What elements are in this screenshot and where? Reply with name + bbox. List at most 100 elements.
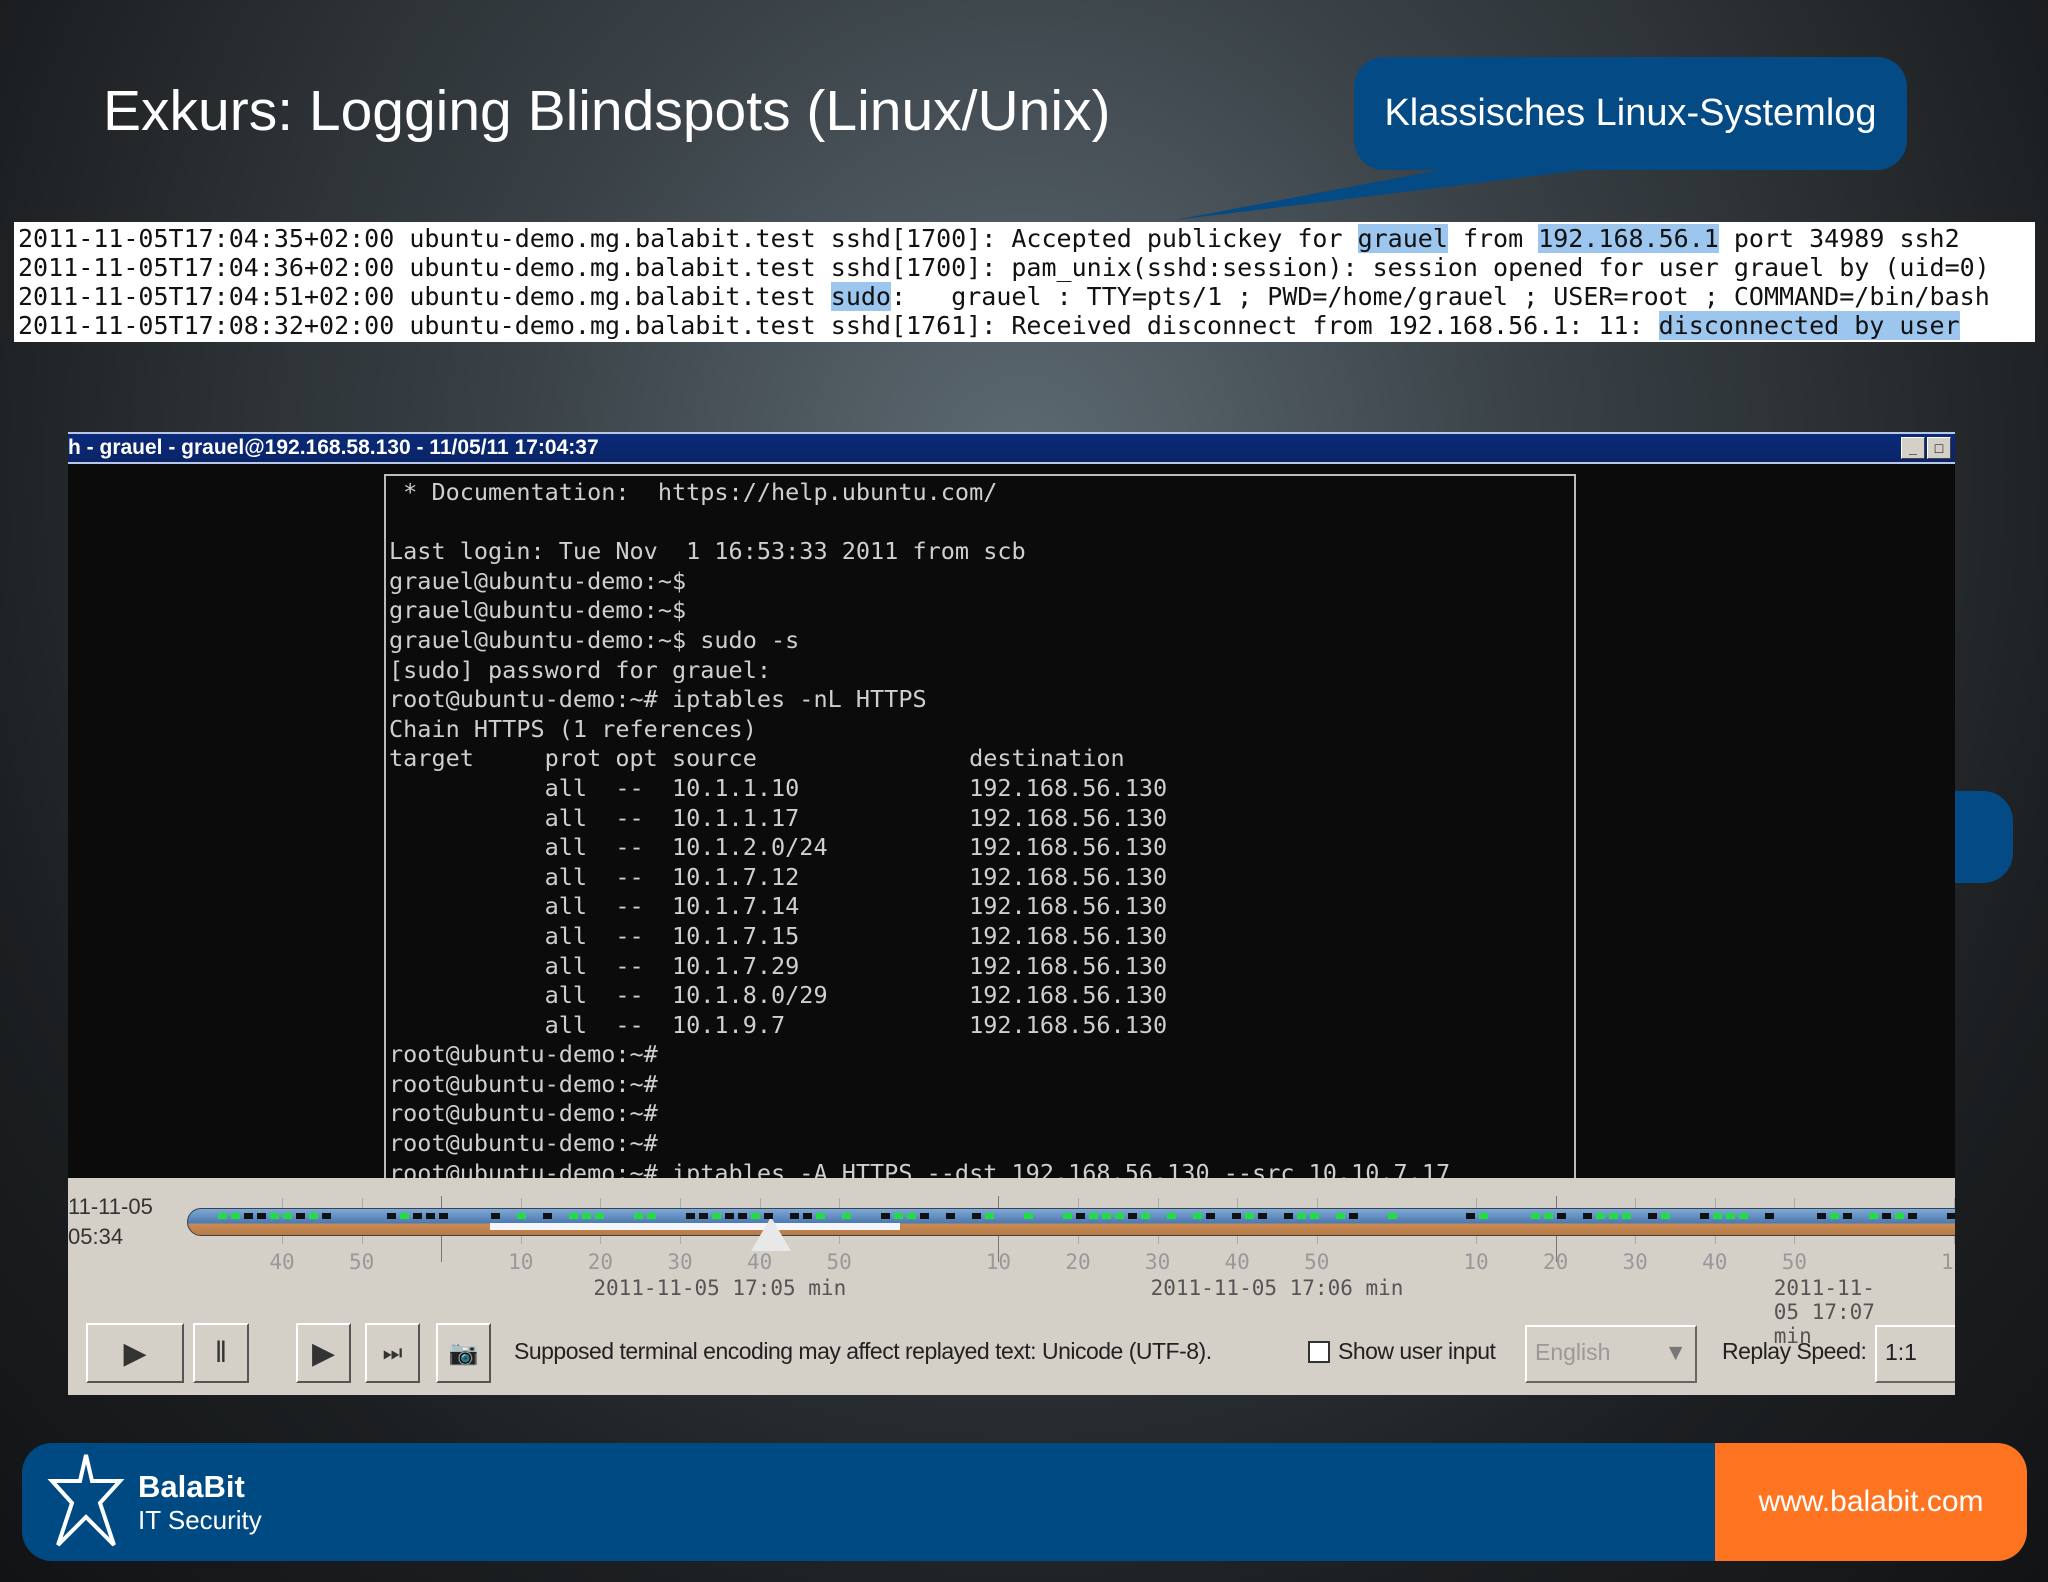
- activity-marker: [543, 1213, 552, 1219]
- activity-marker: [1908, 1213, 1917, 1219]
- activity-marker: [972, 1213, 981, 1219]
- terminal-line: root@ubuntu-demo:~# iptables -nL HTTPS: [389, 685, 927, 714]
- activity-marker: [1388, 1213, 1397, 1219]
- activity-marker: [1232, 1213, 1241, 1219]
- language-value: English: [1535, 1339, 1611, 1365]
- activity-marker: [1167, 1213, 1176, 1219]
- window-title: h - grauel - grauel@192.168.58.130 - 11/…: [68, 436, 599, 459]
- balabit-logo-icon: [47, 1454, 125, 1547]
- timeline-selection: [490, 1223, 900, 1230]
- terminal-line: root@ubuntu-demo:~#: [389, 1069, 658, 1098]
- activity-marker: [439, 1213, 448, 1219]
- tick-label: 10: [1463, 1250, 1489, 1274]
- activity-marker: [946, 1213, 955, 1219]
- activity-marker: [816, 1213, 825, 1219]
- activity-marker: [1726, 1213, 1735, 1219]
- timeline-scrollbar[interactable]: [187, 1208, 1955, 1251]
- terminal-line: target prot opt source destination: [389, 744, 1125, 773]
- minute-label: 2011-11-05 17:05 min: [593, 1276, 847, 1300]
- activity-marker: [1128, 1213, 1137, 1219]
- activity-marker: [582, 1213, 591, 1219]
- activity-marker: [1258, 1213, 1267, 1219]
- window-titlebar[interactable]: h - grauel - grauel@192.168.58.130 - 11/…: [68, 432, 1955, 464]
- terminal-line: all -- 10.1.1.10 192.168.56.130: [389, 773, 1168, 802]
- pause-icon: ‖: [214, 1336, 228, 1369]
- activity-marker: [426, 1213, 435, 1219]
- activity-marker: [712, 1213, 721, 1219]
- activity-marker: [764, 1213, 773, 1219]
- terminal-line: all -- 10.1.1.17 192.168.56.130: [389, 803, 1168, 832]
- activity-marker: [1336, 1213, 1345, 1219]
- activity-marker: [803, 1213, 812, 1219]
- activity-marker: [296, 1213, 305, 1219]
- activity-marker: [218, 1213, 227, 1219]
- activity-marker: [1349, 1213, 1358, 1219]
- tick-label: 50: [1304, 1250, 1330, 1274]
- activity-marker: [751, 1213, 760, 1219]
- log-line: 2011-11-05T17:04:51+02:00 ubuntu-demo.mg…: [18, 282, 1990, 311]
- replay-speed-value: 1:1: [1885, 1339, 1917, 1365]
- activity-marker: [1817, 1213, 1826, 1219]
- log-line: 2011-11-05T17:04:36+02:00 ubuntu-demo.mg…: [18, 253, 1990, 282]
- language-select[interactable]: English ▼: [1525, 1325, 1697, 1383]
- syslog-excerpt: 2011-11-05T17:04:35+02:00 ubuntu-demo.mg…: [14, 222, 2035, 342]
- tick-label: 30: [1622, 1250, 1648, 1274]
- tick-label: 50: [1781, 1250, 1808, 1274]
- activity-marker: [1700, 1213, 1709, 1219]
- terminal-line: all -- 10.1.9.7 192.168.56.130: [389, 1010, 1168, 1039]
- footer-bar: BalaBit IT Security www.balabit.com: [22, 1443, 2027, 1561]
- activity-marker: [244, 1213, 253, 1219]
- activity-marker: [1648, 1213, 1657, 1219]
- log-line: 2011-11-05T17:04:35+02:00 ubuntu-demo.mg…: [18, 224, 1960, 253]
- activity-marker: [1284, 1213, 1293, 1219]
- pause-button[interactable]: ‖: [193, 1323, 249, 1383]
- activity-marker: [309, 1213, 318, 1219]
- activity-marker: [1583, 1213, 1592, 1219]
- tick-label: 40: [269, 1250, 295, 1274]
- minimize-button[interactable]: _: [1901, 437, 1925, 459]
- replay-speed-select[interactable]: 1:1: [1875, 1325, 1955, 1383]
- activity-marker: [920, 1213, 929, 1219]
- activity-marker: [1193, 1213, 1202, 1219]
- timeline-position: 11-11-05 05:34: [68, 1194, 153, 1249]
- activity-marker: [1895, 1213, 1904, 1219]
- screenshot-button[interactable]: 📷: [436, 1323, 491, 1383]
- activity-marker: [1245, 1213, 1254, 1219]
- activity-marker: [569, 1213, 578, 1219]
- tick-label: 50: [348, 1250, 375, 1274]
- play-icon: ▶: [123, 1336, 147, 1370]
- activity-marker: [1609, 1213, 1618, 1219]
- fast-forward-button[interactable]: ⏭: [365, 1323, 420, 1383]
- play-button[interactable]: ▶: [86, 1323, 184, 1383]
- maximize-button[interactable]: □: [1927, 437, 1951, 459]
- activity-marker: [738, 1213, 747, 1219]
- checkbox-label: Show user input: [1338, 1338, 1496, 1364]
- activity-marker: [1843, 1213, 1852, 1219]
- terminal-line: grauel@ubuntu-demo:~$: [389, 596, 687, 625]
- tick-label: 30: [1144, 1250, 1171, 1274]
- activity-marker: [881, 1213, 890, 1219]
- activity-marker: [1713, 1213, 1722, 1219]
- activity-marker: [842, 1213, 851, 1219]
- step-button[interactable]: ▶: [296, 1323, 351, 1383]
- activity-marker: [1024, 1213, 1033, 1219]
- activity-marker: [322, 1213, 331, 1219]
- tick-label: 20: [587, 1250, 614, 1274]
- tick-label: 40: [1224, 1250, 1250, 1274]
- website-link[interactable]: www.balabit.com: [1715, 1443, 2027, 1561]
- show-user-input-checkbox[interactable]: Show user input: [1308, 1338, 1496, 1365]
- activity-marker: [985, 1213, 994, 1219]
- audit-player-window: h - grauel - grauel@192.168.58.130 - 11/…: [68, 432, 1955, 1395]
- terminal-line: root@ubuntu-demo:~#: [389, 1129, 658, 1158]
- activity-marker: [270, 1213, 279, 1219]
- timeline-thumb[interactable]: [751, 1217, 791, 1251]
- activity-marker: [1882, 1213, 1891, 1219]
- activity-marker: [1557, 1213, 1566, 1219]
- activity-marker: [257, 1213, 266, 1219]
- activity-marker: [1661, 1213, 1670, 1219]
- activity-marker: [1765, 1213, 1774, 1219]
- checkbox-box[interactable]: [1308, 1340, 1330, 1363]
- tick-label: 20: [1065, 1250, 1091, 1274]
- terminal-line: all -- 10.1.7.12 192.168.56.130: [389, 862, 1168, 891]
